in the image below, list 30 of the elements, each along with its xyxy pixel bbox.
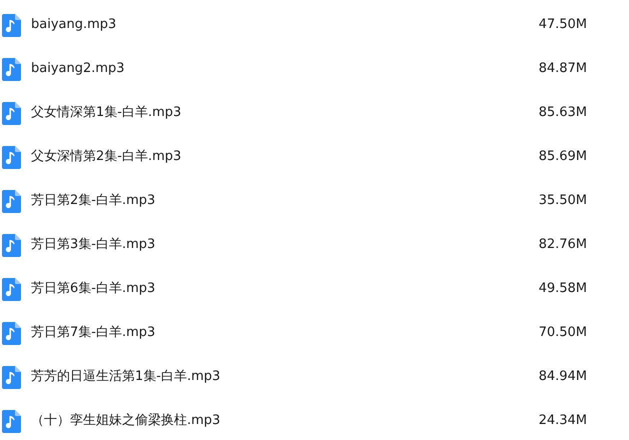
audio-file-icon [2,146,21,168]
file-name[interactable]: 芳日第7集-白羊.mp3 [31,323,487,343]
audio-file-icon [2,58,21,80]
file-size: 85.63M [538,104,587,122]
file-size: 24.34M [538,412,587,430]
file-size: 49.58M [538,280,587,298]
audio-file-icon [2,278,21,300]
audio-file-icon [2,322,21,344]
file-size: 85.69M [538,148,587,166]
file-name[interactable]: 芳日第3集-白羊.mp3 [31,235,487,255]
file-name[interactable]: 芳日第6集-白羊.mp3 [31,279,487,299]
file-name[interactable]: baiyang2.mp3 [31,59,487,79]
audio-file-icon [2,102,21,124]
file-name[interactable]: 父女深情第2集-白羊.mp3 [31,147,487,167]
file-size: 84.87M [538,60,587,78]
file-size: 47.50M [538,16,587,34]
file-name[interactable]: baiyang.mp3 [31,15,487,35]
file-name[interactable]: 芳芳的日逼生活第1集-白羊.mp3 [31,367,487,387]
file-name[interactable]: 芳日第2集-白羊.mp3 [31,191,487,211]
audio-file-icon [2,234,21,256]
file-size: 70.50M [538,324,587,342]
audio-file-icon [2,410,21,432]
file-size: 82.76M [538,236,587,254]
audio-file-icon [2,366,21,388]
audio-file-icon [2,190,21,212]
file-size: 84.94M [538,368,587,386]
file-size: 35.50M [538,192,587,210]
file-name[interactable]: 父女情深第1集-白羊.mp3 [31,103,487,123]
audio-file-icon [2,14,21,36]
file-name[interactable]: （十）孪生姐妹之偷梁换柱.mp3 [31,411,487,431]
